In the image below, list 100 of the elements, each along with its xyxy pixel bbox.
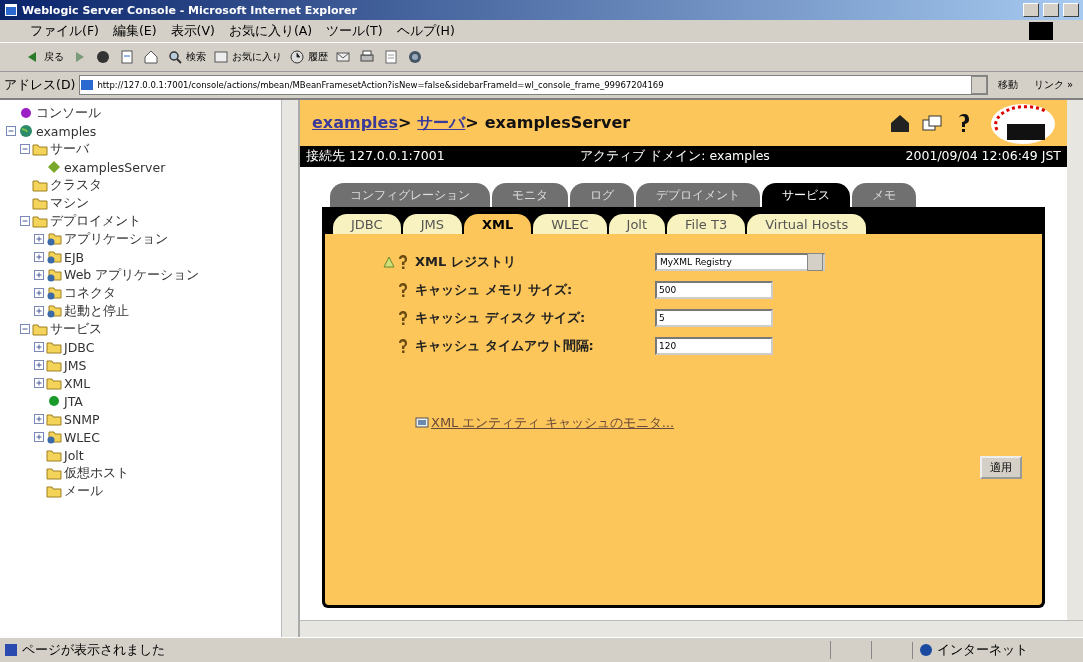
menu-item[interactable]: ファイル(F) xyxy=(30,22,99,40)
dropdown-button[interactable] xyxy=(970,76,987,94)
tree-item[interactable]: EJB xyxy=(64,249,85,265)
tree-item[interactable]: Jolt xyxy=(64,447,84,463)
links-button[interactable]: リンク » xyxy=(1027,78,1079,92)
sub-tab[interactable]: XML xyxy=(463,214,532,234)
tree-item[interactable]: XML xyxy=(64,375,91,391)
help-icon[interactable] xyxy=(397,254,409,270)
sub-tab[interactable]: File T3 xyxy=(667,214,746,234)
tab[interactable]: サービス xyxy=(762,183,850,207)
folder-icon xyxy=(46,340,62,354)
expand-icon[interactable] xyxy=(34,342,44,352)
expand-icon[interactable] xyxy=(34,414,44,424)
refresh-icon xyxy=(118,48,136,66)
scrollbar[interactable] xyxy=(281,100,298,637)
sub-tab[interactable]: Virtual Hosts xyxy=(747,214,867,234)
tree-item[interactable]: 仮想ホスト xyxy=(64,464,129,482)
monitor-link[interactable]: XML エンティティ キャッシュのモニタ... xyxy=(431,414,675,432)
expand-icon[interactable] xyxy=(34,432,44,442)
tab[interactable]: ログ xyxy=(570,183,634,207)
edit-icon xyxy=(382,48,400,66)
close-button[interactable] xyxy=(1063,3,1079,17)
sub-tab[interactable]: JMS xyxy=(402,214,462,234)
toolbar-button[interactable]: 検索 xyxy=(166,48,206,66)
collapse-icon[interactable] xyxy=(20,324,30,334)
toolbar-button[interactable] xyxy=(406,48,424,66)
collapse-icon[interactable] xyxy=(20,144,30,154)
history-icon xyxy=(288,48,306,66)
tree-item[interactable]: 起動と停止 xyxy=(64,302,129,320)
breadcrumb-link[interactable]: サーバ xyxy=(417,112,466,134)
tree-item[interactable]: クラスタ xyxy=(50,176,102,194)
menu-item[interactable]: 表示(V) xyxy=(170,22,215,40)
tree-item[interactable]: マシン xyxy=(50,194,89,212)
scrollbar[interactable] xyxy=(1067,100,1083,620)
toolbar-button[interactable]: 戻る xyxy=(24,48,64,66)
tree-item[interactable]: examples xyxy=(36,123,97,139)
help-icon[interactable] xyxy=(397,310,409,326)
tree-item[interactable]: コネクタ xyxy=(64,284,116,302)
input-field[interactable]: 5 xyxy=(655,309,773,327)
help-icon[interactable] xyxy=(397,338,409,354)
collapse-icon[interactable] xyxy=(6,126,16,136)
folder-icon xyxy=(46,250,62,264)
folder-icon xyxy=(32,196,48,210)
toolbar-button[interactable]: 履歴 xyxy=(288,48,328,66)
tree-item[interactable]: JTA xyxy=(64,393,83,409)
tree-item[interactable]: アプリケーション xyxy=(64,230,168,248)
home-icon[interactable] xyxy=(889,112,911,134)
maximize-button[interactable] xyxy=(1043,3,1059,17)
input-field[interactable]: 120 xyxy=(655,337,773,355)
tree-item[interactable]: WLEC xyxy=(64,429,100,445)
tab[interactable]: デプロイメント xyxy=(636,183,760,207)
tab[interactable]: メモ xyxy=(852,183,916,207)
tree-item[interactable]: サービス xyxy=(50,320,102,338)
tree-item[interactable]: デプロイメント xyxy=(50,212,141,230)
page-icon xyxy=(4,643,18,657)
input-field[interactable]: 500 xyxy=(655,281,773,299)
breadcrumb-separator: > xyxy=(397,112,412,132)
scrollbar[interactable] xyxy=(300,620,1083,637)
expand-icon[interactable] xyxy=(34,252,44,262)
sub-tab[interactable]: JDBC xyxy=(333,214,401,234)
sub-tab[interactable]: WLEC xyxy=(533,214,607,234)
sub-tab[interactable]: Jolt xyxy=(608,214,666,234)
menu-item[interactable]: お気に入り(A) xyxy=(228,22,313,40)
breadcrumb-link[interactable]: examples xyxy=(312,112,398,132)
expand-icon[interactable] xyxy=(34,306,44,316)
menu-item[interactable]: 編集(E) xyxy=(112,22,157,40)
globe-icon xyxy=(919,643,933,657)
menu-item[interactable]: ツール(T) xyxy=(326,22,383,40)
toolbar-button[interactable]: お気に入り xyxy=(212,48,282,66)
expand-icon[interactable] xyxy=(34,360,44,370)
tree-item[interactable]: SNMP xyxy=(64,411,100,427)
tree-item[interactable]: Web アプリケーション xyxy=(64,266,200,284)
messenger-icon xyxy=(406,48,424,66)
help-icon[interactable] xyxy=(397,282,409,298)
tree-item[interactable]: メール xyxy=(64,482,103,500)
toolbar-button[interactable] xyxy=(94,48,112,66)
folder-icon xyxy=(46,268,62,282)
tree-item[interactable]: サーバ xyxy=(50,140,89,158)
tab[interactable]: モニタ xyxy=(492,183,568,207)
tree-item[interactable]: examplesServer xyxy=(64,159,166,175)
tree-item[interactable]: JMS xyxy=(64,357,87,373)
timestamp-text: 2001/09/04 12:06:49 JST xyxy=(905,148,1061,165)
registry-dropdown[interactable]: MyXML Registry xyxy=(655,253,825,271)
expand-icon[interactable] xyxy=(34,270,44,280)
collapse-icon[interactable] xyxy=(20,216,30,226)
apply-button[interactable]: 適用 xyxy=(980,456,1022,479)
minimize-button[interactable] xyxy=(1023,3,1039,17)
tab[interactable]: コンフィグレーション xyxy=(330,183,490,207)
tree-item[interactable]: JDBC xyxy=(64,339,95,355)
menu-item[interactable]: ヘルプ(H) xyxy=(396,22,455,40)
expand-icon[interactable] xyxy=(34,378,44,388)
tree-item[interactable]: コンソール xyxy=(36,104,101,122)
folder-icon xyxy=(46,304,62,318)
windows-icon[interactable] xyxy=(921,112,943,134)
go-button[interactable]: 移動 xyxy=(991,78,1024,92)
folder-icon xyxy=(46,232,62,246)
toolbar-button[interactable] xyxy=(142,48,160,66)
expand-icon[interactable] xyxy=(34,234,44,244)
status-message: ページが表示されました xyxy=(22,641,166,659)
expand-icon[interactable] xyxy=(34,288,44,298)
